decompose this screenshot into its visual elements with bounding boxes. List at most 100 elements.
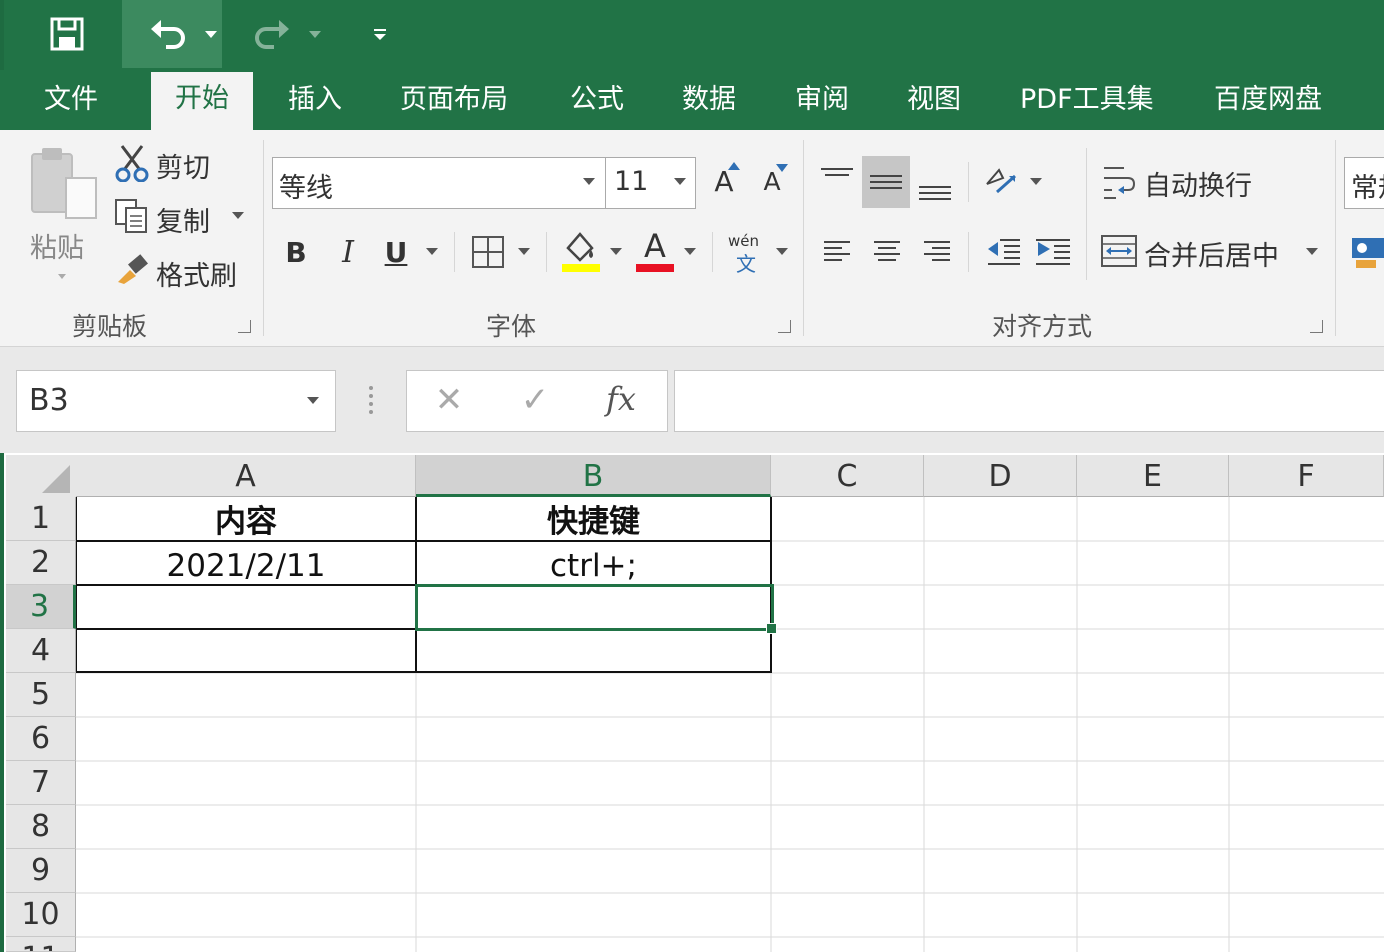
align-bottom-button[interactable] [912,160,958,210]
column-header-b[interactable]: B [416,455,771,497]
cut-button[interactable]: 剪切 [110,142,240,184]
column-header-c[interactable]: C [771,455,924,497]
fill-color-button[interactable] [556,228,602,274]
undo-button[interactable] [140,0,196,68]
italic-button[interactable]: I [330,230,366,274]
number-format-combobox[interactable]: 常规 [1344,157,1384,209]
cell-selection-b3[interactable] [415,584,774,631]
redo-icon [255,20,289,49]
copy-button[interactable]: 复制 [110,196,250,238]
borders-button[interactable] [466,230,510,274]
paste-button[interactable]: 粘贴 [26,142,100,282]
cell-a1[interactable]: 内容 [76,500,416,544]
tab-file[interactable]: 文件 [44,78,98,122]
bold-button[interactable]: B [278,230,314,274]
chevron-down-icon [674,178,686,185]
cell-b1[interactable]: 快捷键 [416,500,771,544]
row-header-6[interactable]: 6 [6,717,76,761]
cancel-entry-button[interactable]: ✕ [424,378,474,422]
increase-indent-icon [1036,239,1070,265]
increase-font-size-button[interactable]: A [704,158,744,204]
customize-qat-button[interactable] [366,0,394,68]
text-orientation-icon [986,168,1016,194]
cell-a2[interactable]: 2021/2/11 [76,544,416,588]
font-name-value: 等线 [279,173,333,204]
column-header-f[interactable]: F [1229,455,1384,497]
select-all-button[interactable] [6,455,77,498]
align-middle-button[interactable] [862,156,910,208]
row-header-1[interactable]: 1 [6,497,76,541]
chevron-down-icon [309,30,321,38]
increase-indent-button[interactable] [1030,228,1076,274]
align-top-button[interactable] [814,156,860,206]
column-header-a[interactable]: A [76,455,416,497]
decrease-font-size-button[interactable]: A [752,158,792,204]
accounting-format-button[interactable] [1348,232,1384,272]
tab-formulas[interactable]: 公式 [570,78,624,122]
chevron-down-icon [583,178,595,185]
font-dialog-launcher-icon[interactable] [778,320,791,333]
underline-button[interactable]: U [378,230,414,274]
align-right-button[interactable] [914,228,960,274]
name-box[interactable]: B3 [16,370,336,432]
tab-pdf-tools[interactable]: PDF工具集 [1020,78,1154,122]
fill-handle[interactable] [766,623,777,634]
orientation-dropdown-chevron-down-icon[interactable] [1030,178,1042,185]
column-header-e[interactable]: E [1077,455,1229,497]
decrease-indent-button[interactable] [980,228,1026,274]
cell-b2[interactable]: ctrl+; [416,544,771,588]
select-all-triangle-icon [42,465,70,493]
chevron-down-icon [205,30,217,38]
tab-data[interactable]: 数据 [682,78,736,122]
phonetic-dropdown-chevron-down-icon[interactable] [776,248,788,255]
row-header-5[interactable]: 5 [6,673,76,717]
tab-home[interactable]: 开始 [151,72,253,130]
save-button[interactable] [40,0,94,68]
group-separator [803,140,804,336]
formula-input[interactable] [674,370,1384,432]
tab-insert[interactable]: 插入 [288,78,342,122]
align-left-button[interactable] [814,228,860,274]
enter-entry-button[interactable]: ✓ [510,378,560,422]
borders-dropdown-chevron-down-icon[interactable] [518,248,530,255]
underline-dropdown-chevron-down-icon[interactable] [426,248,438,255]
tab-view[interactable]: 视图 [907,78,961,122]
font-color-dropdown-chevron-down-icon[interactable] [684,248,696,255]
accounting-icon [1352,238,1384,268]
row-header-7[interactable]: 7 [6,761,76,805]
group-separator [1335,140,1336,336]
alignment-dialog-launcher-icon[interactable] [1310,320,1323,333]
orientation-button[interactable] [980,158,1024,204]
scissors-icon [115,145,149,182]
font-color-button[interactable]: A [632,228,678,274]
row-header-2[interactable]: 2 [6,541,76,585]
tab-review[interactable]: 审阅 [795,78,849,122]
align-center-button[interactable] [864,228,910,274]
alignment-group-label: 对齐方式 [992,312,1093,341]
font-size-combobox[interactable]: 11 [605,157,696,209]
paint-bucket-icon [562,232,600,272]
merge-center-button[interactable]: 合并后居中 [1098,230,1328,274]
drag-handle-icon[interactable] [366,384,376,416]
row-header-11[interactable]: 11 [6,937,76,952]
clipboard-dialog-launcher-icon[interactable] [238,320,251,333]
row-header-8[interactable]: 8 [6,805,76,849]
format-painter-button[interactable]: 格式刷 [110,250,250,292]
redo-dropdown[interactable] [302,0,328,68]
fill-color-dropdown-chevron-down-icon[interactable] [610,248,622,255]
row-header-9[interactable]: 9 [6,849,76,893]
font-name-combobox[interactable]: 等线 [272,157,606,209]
redo-button[interactable] [244,0,300,68]
row-header-3[interactable]: 3 [6,585,76,629]
insert-function-button[interactable]: fx [596,376,646,422]
row-header-10[interactable]: 10 [6,893,76,937]
phonetic-guide-button[interactable]: wén 文 [722,232,766,276]
wrap-text-label: 自动换行 [1144,171,1252,202]
tab-page-layout[interactable]: 页面布局 [400,78,508,122]
border-all-icon [472,236,504,268]
undo-dropdown[interactable] [198,0,224,68]
row-header-4[interactable]: 4 [6,629,76,673]
column-header-d[interactable]: D [924,455,1077,497]
tab-baidu-netdisk[interactable]: 百度网盘 [1214,78,1322,122]
wrap-text-button[interactable]: 自动换行 [1098,160,1278,204]
